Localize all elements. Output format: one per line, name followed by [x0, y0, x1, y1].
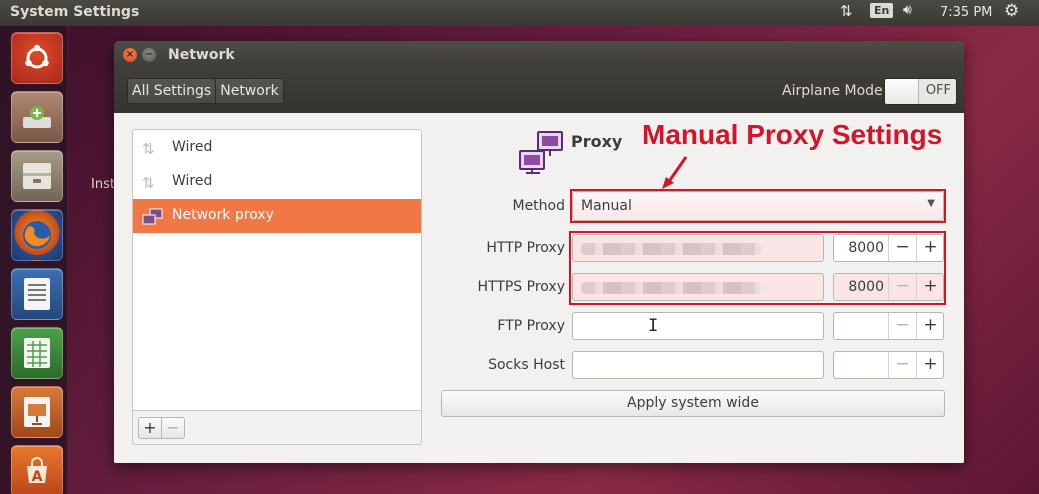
- airplane-mode-label: Airplane Mode: [782, 83, 883, 99]
- keyboard-layout-indicator[interactable]: En: [870, 3, 894, 18]
- method-value: Manual: [581, 198, 632, 214]
- top-panel: System Settings ⇅ En 🔊︎ 7:35 PM ⚙: [0, 0, 1039, 26]
- remove-device-button[interactable]: −: [161, 417, 185, 439]
- chevron-down-icon: ▼: [927, 198, 935, 209]
- network-content: ⇅ Wired ⇅ Wired Network proxy + − Proxy …: [114, 113, 964, 463]
- increment-button[interactable]: +: [916, 352, 944, 378]
- method-label: Method: [512, 198, 565, 214]
- launcher: A: [0, 26, 68, 494]
- device-label: Wired: [172, 173, 213, 189]
- socks-port-stepper[interactable]: − +: [833, 351, 944, 379]
- libreoffice-writer-icon[interactable]: [11, 268, 63, 320]
- decrement-button[interactable]: −: [888, 313, 916, 339]
- wired-network-icon: ⇅: [142, 174, 155, 192]
- increment-button[interactable]: +: [916, 274, 944, 300]
- decrement-button[interactable]: −: [888, 352, 916, 378]
- https-proxy-port-stepper[interactable]: 8000 − +: [833, 273, 944, 301]
- decrement-button[interactable]: −: [888, 274, 916, 300]
- https-proxy-host-input[interactable]: [572, 273, 824, 301]
- http-proxy-label: HTTP Proxy: [486, 240, 565, 256]
- close-button[interactable]: ×: [123, 48, 137, 62]
- socks-host-label: Socks Host: [488, 357, 565, 373]
- top-panel-app-title: System Settings: [10, 4, 140, 20]
- clock[interactable]: 7:35 PM: [940, 5, 992, 20]
- airplane-mode-toggle[interactable]: OFF: [884, 78, 957, 105]
- increment-button[interactable]: +: [916, 313, 944, 339]
- background-desktop-text: Inst: [91, 177, 115, 192]
- svg-text:A: A: [32, 469, 43, 485]
- breadcrumb-network[interactable]: Network: [215, 79, 283, 103]
- window-title: Network: [168, 47, 235, 63]
- toolbar: All Settings Network Airplane Mode OFF: [114, 69, 964, 113]
- redacted-host-value: [581, 282, 761, 294]
- device-label: Network proxy: [172, 207, 274, 223]
- ubuntu-software-center-icon[interactable]: A: [11, 445, 63, 494]
- annotation-label: Manual Proxy Settings: [642, 119, 943, 150]
- window-titlebar[interactable]: × − Network: [114, 41, 964, 69]
- device-list-footer: + −: [132, 411, 422, 445]
- http-proxy-host-input[interactable]: [572, 234, 824, 262]
- libreoffice-calc-icon[interactable]: [11, 327, 63, 379]
- gear-icon[interactable]: ⚙: [1004, 1, 1019, 21]
- device-label: Wired: [172, 139, 213, 155]
- https-proxy-port-value[interactable]: 8000: [834, 279, 884, 295]
- list-item[interactable]: ⇅ Wired: [133, 165, 421, 199]
- list-item-network-proxy[interactable]: Network proxy: [133, 199, 421, 233]
- network-settings-window: × − Network All Settings Network Airplan…: [114, 41, 964, 463]
- wired-network-icon: ⇅: [142, 140, 155, 158]
- breadcrumb-all-settings[interactable]: All Settings: [128, 79, 216, 103]
- software-updater-icon[interactable]: [11, 91, 63, 143]
- libreoffice-impress-icon[interactable]: [11, 386, 63, 438]
- apply-system-wide-button[interactable]: Apply system wide: [441, 390, 945, 417]
- volume-icon[interactable]: 🔊︎: [903, 2, 912, 18]
- ftp-proxy-label: FTP Proxy: [497, 318, 565, 334]
- toggle-knob[interactable]: [885, 79, 919, 104]
- proxy-heading: Proxy: [571, 132, 623, 151]
- decrement-button[interactable]: −: [888, 235, 916, 261]
- ftp-proxy-host-input[interactable]: [572, 312, 824, 340]
- toggle-state-label: OFF: [925, 83, 951, 98]
- network-proxy-icon: [518, 129, 566, 177]
- add-device-button[interactable]: +: [138, 417, 162, 439]
- socks-host-input[interactable]: [572, 351, 824, 379]
- redacted-host-value: [581, 243, 761, 255]
- network-proxy-icon: [142, 208, 164, 230]
- text-cursor-icon: I: [648, 316, 659, 336]
- http-proxy-port-value[interactable]: 8000: [834, 240, 884, 256]
- annotation-arrow-icon: [662, 156, 688, 189]
- minimize-button[interactable]: −: [142, 48, 156, 62]
- method-dropdown[interactable]: Manual ▼: [572, 191, 944, 221]
- network-transfer-icon[interactable]: ⇅: [840, 2, 853, 20]
- http-proxy-port-stepper[interactable]: 8000 − +: [833, 234, 944, 262]
- breadcrumb: All Settings Network: [127, 78, 284, 104]
- ubuntu-dash-icon[interactable]: [11, 32, 63, 84]
- ftp-proxy-port-stepper[interactable]: − +: [833, 312, 944, 340]
- increment-button[interactable]: +: [916, 235, 944, 261]
- files-icon[interactable]: [11, 150, 63, 202]
- device-list: ⇅ Wired ⇅ Wired Network proxy: [132, 129, 422, 411]
- firefox-icon[interactable]: [11, 209, 63, 261]
- list-item[interactable]: ⇅ Wired: [133, 131, 421, 165]
- https-proxy-label: HTTPS Proxy: [477, 279, 565, 295]
